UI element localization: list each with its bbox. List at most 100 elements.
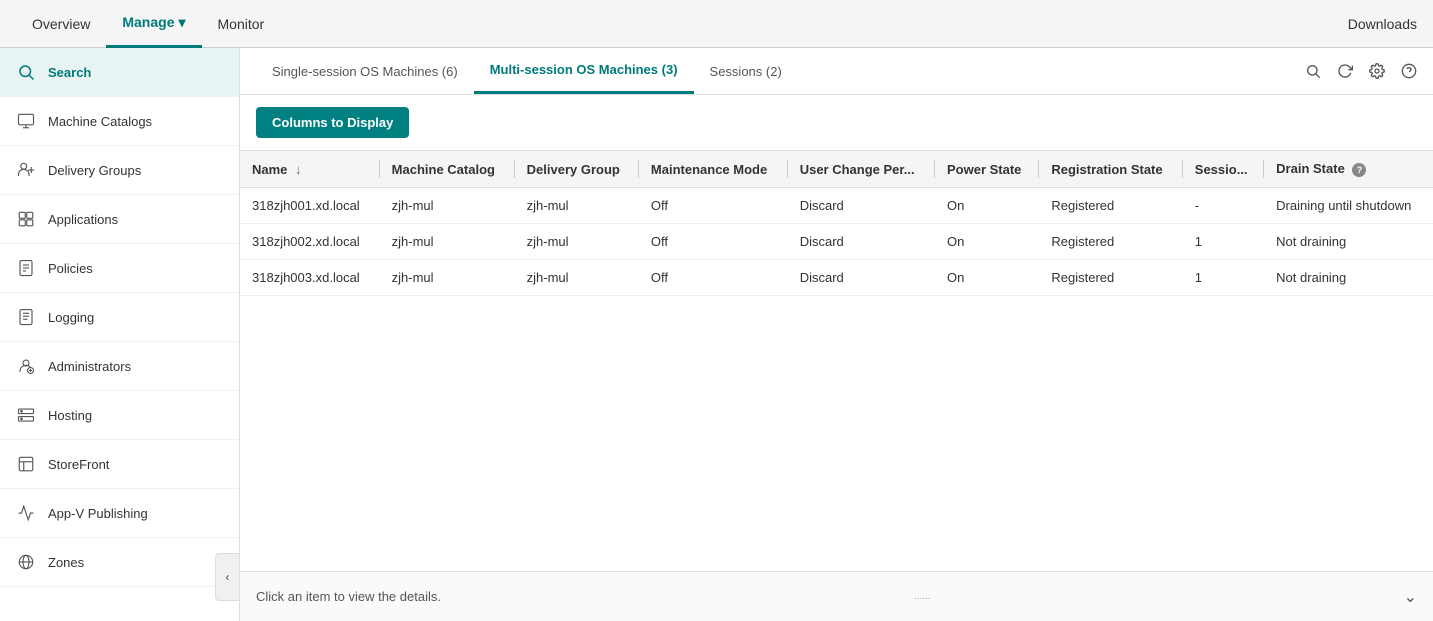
- policy-icon: [16, 258, 36, 278]
- table-row[interactable]: 318zjh003.xd.local zjh-mul zjh-mul Off D…: [240, 260, 1433, 296]
- sidebar-item-machine-catalogs[interactable]: Machine Catalogs: [0, 97, 239, 146]
- cell-power-state: On: [935, 260, 1039, 296]
- columns-to-display-button[interactable]: Columns to Display: [256, 107, 409, 138]
- sidebar-label-zones: Zones: [48, 555, 84, 570]
- col-header-sessions[interactable]: Sessio...: [1183, 151, 1264, 188]
- sidebar-item-logging[interactable]: Logging: [0, 293, 239, 342]
- col-header-machine-catalog[interactable]: Machine Catalog: [380, 151, 515, 188]
- nav-downloads[interactable]: Downloads: [1348, 16, 1417, 32]
- header-action-icons: [1305, 63, 1417, 79]
- storefront-icon: [16, 454, 36, 474]
- cell-sessions: -: [1183, 188, 1264, 224]
- col-header-user-change-per[interactable]: User Change Per...: [788, 151, 935, 188]
- cell-power-state: On: [935, 224, 1039, 260]
- tab-single-session[interactable]: Single-session OS Machines (6): [256, 50, 474, 93]
- sidebar-item-applications[interactable]: Applications: [0, 195, 239, 244]
- main-layout: Search Machine Catalogs Delivery Groups: [0, 48, 1433, 621]
- logging-icon: [16, 307, 36, 327]
- cell-delivery-group: zjh-mul: [515, 260, 639, 296]
- sidebar-label-machine-catalogs: Machine Catalogs: [48, 114, 152, 129]
- cell-name: 318zjh002.xd.local: [240, 224, 380, 260]
- sidebar-label-storefront: StoreFront: [48, 457, 109, 472]
- cell-name: 318zjh001.xd.local: [240, 188, 380, 224]
- sort-icon: ↓: [295, 162, 302, 177]
- content-area: Single-session OS Machines (6) Multi-ses…: [240, 48, 1433, 621]
- sidebar-item-hosting[interactable]: Hosting: [0, 391, 239, 440]
- tab-multi-session[interactable]: Multi-session OS Machines (3): [474, 48, 694, 94]
- search-icon[interactable]: [1305, 63, 1321, 79]
- manage-dropdown-icon: ▾: [178, 14, 185, 31]
- zones-icon: [16, 552, 36, 572]
- delivery-group-icon: [16, 160, 36, 180]
- sidebar-item-policies[interactable]: Policies: [0, 244, 239, 293]
- sidebar-label-search: Search: [48, 65, 91, 80]
- machines-table: Name ↓ Machine Catalog Delivery Group Ma…: [240, 151, 1433, 296]
- dots: ......: [914, 591, 931, 602]
- cell-sessions: 1: [1183, 224, 1264, 260]
- sidebar-item-delivery-groups[interactable]: Delivery Groups: [0, 146, 239, 195]
- sidebar-item-zones[interactable]: Zones: [0, 538, 239, 587]
- cell-power-state: On: [935, 188, 1039, 224]
- drain-state-info-icon[interactable]: ?: [1352, 163, 1366, 177]
- chevron-left-icon: ‹: [226, 570, 230, 584]
- cell-maintenance-mode: Off: [639, 260, 788, 296]
- col-header-name[interactable]: Name ↓: [240, 151, 380, 188]
- cell-name: 318zjh003.xd.local: [240, 260, 380, 296]
- expand-panel-button[interactable]: ⌄: [1404, 587, 1417, 607]
- machine-catalog-icon: [16, 111, 36, 131]
- refresh-icon[interactable]: [1337, 63, 1353, 79]
- sidebar-item-appv-publishing[interactable]: App-V Publishing: [0, 489, 239, 538]
- sidebar-collapse-button[interactable]: ‹: [215, 553, 239, 601]
- bottom-panel: Click an item to view the details. .....…: [240, 571, 1433, 621]
- nav-overview[interactable]: Overview: [16, 2, 106, 46]
- sidebar: Search Machine Catalogs Delivery Groups: [0, 48, 240, 621]
- table-row[interactable]: 318zjh001.xd.local zjh-mul zjh-mul Off D…: [240, 188, 1433, 224]
- cell-sessions: 1: [1183, 260, 1264, 296]
- sidebar-item-administrators[interactable]: Administrators: [0, 342, 239, 391]
- cell-registration-state: Registered: [1039, 224, 1182, 260]
- cell-delivery-group: zjh-mul: [515, 188, 639, 224]
- cell-drain-state: Not draining: [1264, 224, 1433, 260]
- cell-drain-state: Draining until shutdown: [1264, 188, 1433, 224]
- cell-maintenance-mode: Off: [639, 188, 788, 224]
- cell-machine-catalog: zjh-mul: [380, 188, 515, 224]
- help-icon[interactable]: [1401, 63, 1417, 79]
- cell-user-change-per: Discard: [788, 260, 935, 296]
- cell-maintenance-mode: Off: [639, 224, 788, 260]
- cell-delivery-group: zjh-mul: [515, 224, 639, 260]
- sidebar-item-storefront[interactable]: StoreFront: [0, 440, 239, 489]
- admin-icon: [16, 356, 36, 376]
- col-header-power-state[interactable]: Power State: [935, 151, 1039, 188]
- columns-toolbar: Columns to Display: [240, 95, 1433, 151]
- sidebar-label-hosting: Hosting: [48, 408, 92, 423]
- col-header-drain-state[interactable]: Drain State ?: [1264, 151, 1433, 188]
- content-tabs-bar: Single-session OS Machines (6) Multi-ses…: [240, 48, 1433, 95]
- cell-registration-state: Registered: [1039, 260, 1182, 296]
- sidebar-label-applications: Applications: [48, 212, 118, 227]
- dots-indicator: ......: [441, 591, 1404, 602]
- click-hint-text: Click an item to view the details.: [256, 589, 441, 604]
- table-row[interactable]: 318zjh002.xd.local zjh-mul zjh-mul Off D…: [240, 224, 1433, 260]
- cell-machine-catalog: zjh-mul: [380, 224, 515, 260]
- settings-icon[interactable]: [1369, 63, 1385, 79]
- search-icon: [16, 62, 36, 82]
- nav-manage[interactable]: Manage ▾: [106, 0, 201, 48]
- cell-drain-state: Not draining: [1264, 260, 1433, 296]
- col-header-maintenance-mode[interactable]: Maintenance Mode: [639, 151, 788, 188]
- sidebar-item-search[interactable]: Search: [0, 48, 239, 97]
- cell-user-change-per: Discard: [788, 188, 935, 224]
- table-header-row: Name ↓ Machine Catalog Delivery Group Ma…: [240, 151, 1433, 188]
- sidebar-label-delivery-groups: Delivery Groups: [48, 163, 141, 178]
- appv-icon: [16, 503, 36, 523]
- sidebar-label-administrators: Administrators: [48, 359, 131, 374]
- col-header-delivery-group[interactable]: Delivery Group: [515, 151, 639, 188]
- machines-table-container: Name ↓ Machine Catalog Delivery Group Ma…: [240, 151, 1433, 571]
- tab-sessions[interactable]: Sessions (2): [694, 50, 798, 93]
- nav-monitor[interactable]: Monitor: [202, 2, 281, 46]
- sidebar-label-logging: Logging: [48, 310, 94, 325]
- hosting-icon: [16, 405, 36, 425]
- cell-registration-state: Registered: [1039, 188, 1182, 224]
- sidebar-label-policies: Policies: [48, 261, 93, 276]
- cell-machine-catalog: zjh-mul: [380, 260, 515, 296]
- col-header-registration-state[interactable]: Registration State: [1039, 151, 1182, 188]
